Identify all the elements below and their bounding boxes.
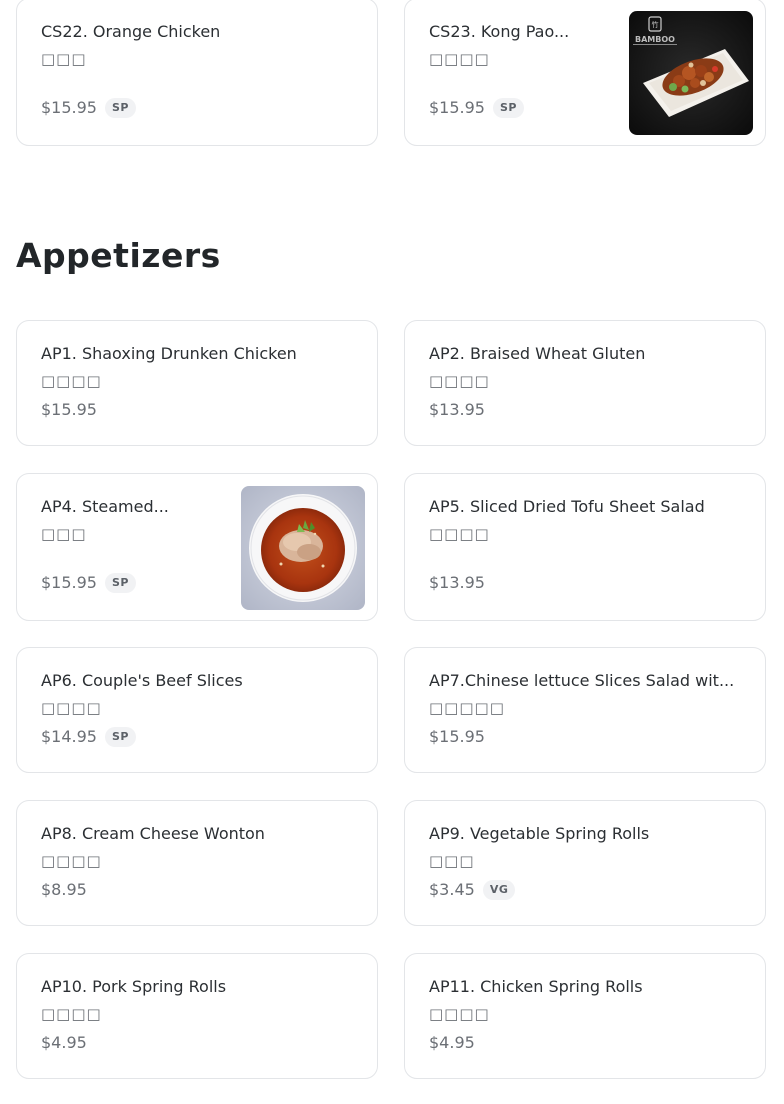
menu-item-card-ap4[interactable]: AP4. Steamed... □□□ $15.95 SP xyxy=(16,473,378,621)
menu-item-card-ap10[interactable]: AP10. Pork Spring Rolls □□□□ $4.95 xyxy=(16,953,378,1079)
item-price: $3.45 xyxy=(429,880,475,899)
svg-text:竹: 竹 xyxy=(652,20,659,29)
item-chinese-name: □□□ xyxy=(429,852,475,870)
item-chinese-name: □□□□ xyxy=(429,525,490,543)
item-chinese-name: □□□□ xyxy=(41,852,102,870)
spicy-badge: SP xyxy=(492,98,524,118)
item-price: $15.95 xyxy=(41,400,97,419)
vegetarian-badge: VG xyxy=(482,880,516,900)
item-price: $15.95 xyxy=(41,98,97,117)
item-name: AP4. Steamed... xyxy=(41,497,169,516)
menu-item-card-ap7[interactable]: AP7.Chinese lettuce Slices Salad wit... … xyxy=(404,647,766,773)
steamed-chicken-photo xyxy=(241,486,365,610)
menu-item-card-ap1[interactable]: AP1. Shaoxing Drunken Chicken □□□□ $15.9… xyxy=(16,320,378,446)
price-row: $15.95 xyxy=(429,727,485,747)
item-chinese-name: □□□□ xyxy=(429,50,490,68)
spicy-badge: SP xyxy=(104,727,136,747)
item-photo: 竹 BAMBOO xyxy=(629,11,753,135)
price-row: $8.95 xyxy=(41,880,87,900)
item-name: AP7.Chinese lettuce Slices Salad wit... xyxy=(429,671,735,690)
item-chinese-name: □□□□□ xyxy=(429,699,505,717)
item-price: $15.95 xyxy=(429,98,485,117)
item-name: AP1. Shaoxing Drunken Chicken xyxy=(41,344,297,363)
price-row: $4.95 xyxy=(429,1033,475,1053)
item-price: $4.95 xyxy=(429,1033,475,1052)
item-photo xyxy=(241,486,365,610)
item-chinese-name: □□□□ xyxy=(41,372,102,390)
item-chinese-name: □□□□ xyxy=(429,372,490,390)
item-name: AP9. Vegetable Spring Rolls xyxy=(429,824,650,843)
spicy-badge: SP xyxy=(104,98,136,118)
item-price: $4.95 xyxy=(41,1033,87,1052)
item-name: AP8. Cream Cheese Wonton xyxy=(41,824,265,843)
item-price: $13.95 xyxy=(429,573,485,592)
kong-pao-chicken-photo: 竹 BAMBOO xyxy=(629,11,753,135)
price-row: $13.95 xyxy=(429,400,485,420)
item-name: AP5. Sliced Dried Tofu Sheet Salad xyxy=(429,497,705,516)
section-title-appetizers: Appetizers xyxy=(16,236,221,275)
menu-item-card-ap9[interactable]: AP9. Vegetable Spring Rolls □□□ $3.45 VG xyxy=(404,800,766,926)
item-name: AP2. Braised Wheat Gluten xyxy=(429,344,646,363)
item-price: $14.95 xyxy=(41,727,97,746)
price-row: $15.95 SP xyxy=(41,98,136,118)
item-name: AP11. Chicken Spring Rolls xyxy=(429,977,643,996)
item-chinese-name: □□□□ xyxy=(429,1005,490,1023)
item-name: CS23. Kong Pao... xyxy=(429,22,570,41)
menu-item-card-ap8[interactable]: AP8. Cream Cheese Wonton □□□□ $8.95 xyxy=(16,800,378,926)
price-row: $15.95 SP xyxy=(41,573,136,593)
item-chinese-name: □□□ xyxy=(41,50,87,68)
price-row: $4.95 xyxy=(41,1033,87,1053)
menu-item-card-cs22[interactable]: CS22. Orange Chicken □□□ $15.95 SP xyxy=(16,0,378,146)
menu-item-card-cs23[interactable]: CS23. Kong Pao... □□□□ $15.95 SP 竹 BAMBO… xyxy=(404,0,766,146)
menu-item-card-ap6[interactable]: AP6. Couple's Beef Slices □□□□ $14.95 SP xyxy=(16,647,378,773)
price-row: $15.95 SP xyxy=(429,98,524,118)
spicy-badge: SP xyxy=(104,573,136,593)
item-name: AP10. Pork Spring Rolls xyxy=(41,977,227,996)
item-chinese-name: □□□□ xyxy=(41,1005,102,1023)
item-price: $13.95 xyxy=(429,400,485,419)
item-name: CS22. Orange Chicken xyxy=(41,22,221,41)
price-row: $3.45 VG xyxy=(429,880,516,900)
item-chinese-name: □□□□ xyxy=(41,699,102,717)
menu-item-card-ap11[interactable]: AP11. Chicken Spring Rolls □□□□ $4.95 xyxy=(404,953,766,1079)
price-row: $14.95 SP xyxy=(41,727,136,747)
price-row: $15.95 xyxy=(41,400,97,420)
menu-item-card-ap5[interactable]: AP5. Sliced Dried Tofu Sheet Salad □□□□ … xyxy=(404,473,766,621)
item-name: AP6. Couple's Beef Slices xyxy=(41,671,243,690)
item-chinese-name: □□□ xyxy=(41,525,87,543)
item-price: $15.95 xyxy=(41,573,97,592)
price-row: $13.95 xyxy=(429,573,485,593)
menu-item-card-ap2[interactable]: AP2. Braised Wheat Gluten □□□□ $13.95 xyxy=(404,320,766,446)
item-price: $8.95 xyxy=(41,880,87,899)
item-price: $15.95 xyxy=(429,727,485,746)
restaurant-logo: BAMBOO xyxy=(635,35,675,44)
